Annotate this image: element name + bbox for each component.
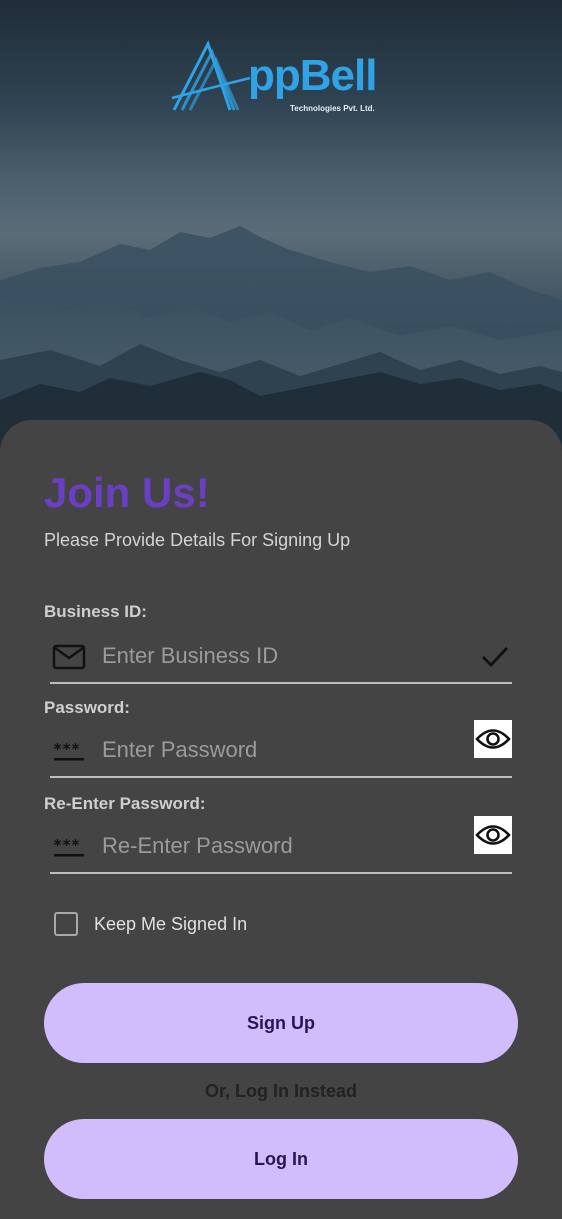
logo-a-mark bbox=[171, 40, 251, 111]
eye-icon bbox=[475, 729, 511, 749]
svg-text:***: *** bbox=[53, 836, 80, 854]
svg-text:***: *** bbox=[53, 740, 80, 758]
business-id-input[interactable] bbox=[102, 638, 462, 674]
password-icon: *** bbox=[53, 740, 84, 761]
reenter-password-label: Re-Enter Password: bbox=[44, 794, 206, 813]
keep-signed-in-checkbox[interactable] bbox=[54, 912, 78, 936]
reenter-password-field: *** bbox=[50, 816, 512, 874]
password-icon: *** bbox=[53, 836, 84, 857]
password-input[interactable] bbox=[102, 732, 462, 768]
logo-text: ppBell bbox=[248, 51, 377, 100]
page-subtitle: Please Provide Details For Signing Up bbox=[44, 530, 351, 550]
keep-signed-in-label: Keep Me Signed In bbox=[94, 913, 248, 934]
signup-card: Join Us! Please Provide Details For Sign… bbox=[0, 420, 562, 1219]
logo-tagline: Technologies Pvt. Ltd. bbox=[290, 104, 375, 113]
or-login-text: Or, Log In Instead bbox=[204, 1081, 357, 1101]
business-id-field bbox=[50, 632, 512, 684]
sign-up-button[interactable]: Sign Up bbox=[44, 983, 518, 1063]
reenter-password-input[interactable] bbox=[102, 828, 462, 864]
appbell-logo: ppBell Technologies Pvt. Ltd. bbox=[170, 38, 395, 118]
mail-icon bbox=[52, 644, 86, 670]
page-title: Join Us! bbox=[44, 469, 210, 516]
business-id-label: Business ID: bbox=[44, 602, 147, 621]
keep-signed-in-row[interactable]: Keep Me Signed In bbox=[54, 909, 247, 939]
password-field: *** bbox=[50, 720, 512, 778]
password-label: Password: bbox=[44, 698, 130, 717]
eye-icon bbox=[475, 825, 511, 845]
log-in-button[interactable]: Log In bbox=[44, 1119, 518, 1199]
show-password-button[interactable] bbox=[474, 720, 512, 758]
show-reenter-password-button[interactable] bbox=[474, 816, 512, 854]
check-icon bbox=[482, 647, 509, 668]
